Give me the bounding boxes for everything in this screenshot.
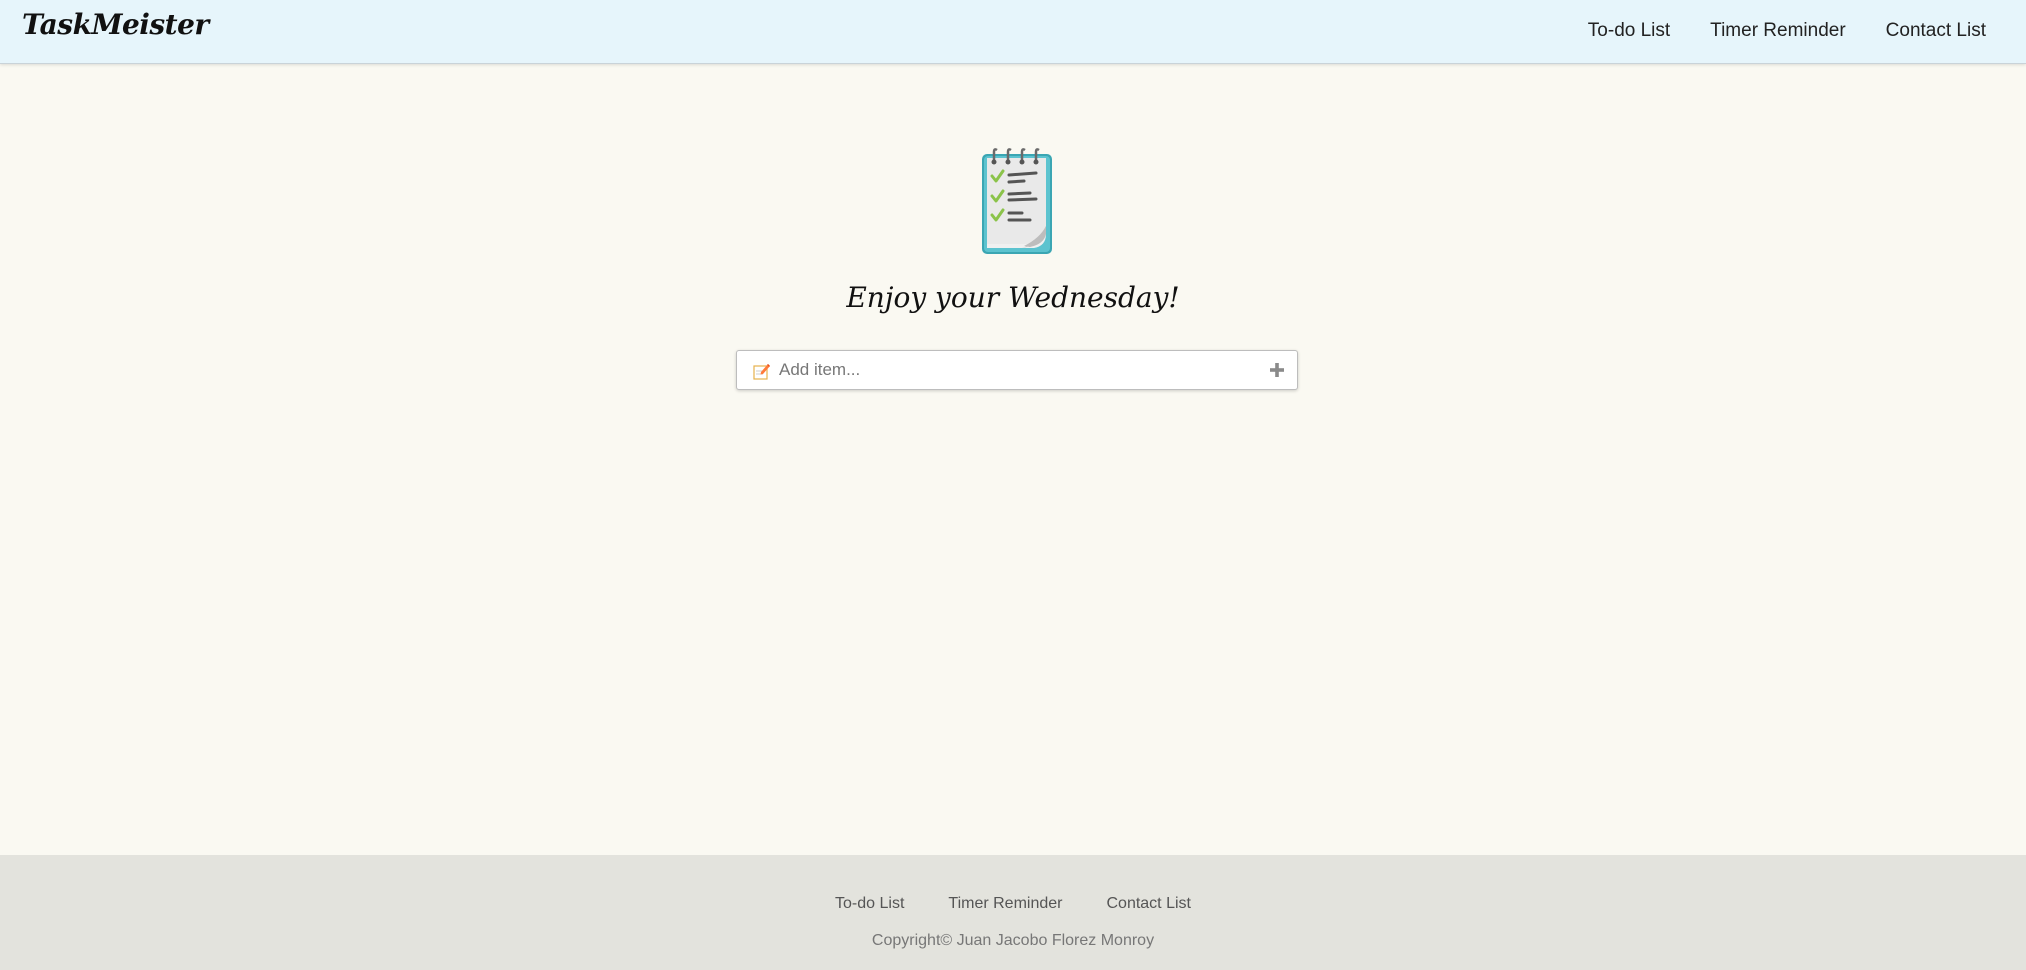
add-item-input[interactable]: [779, 351, 1249, 389]
footer: To-do List Timer Reminder Contact List C…: [0, 855, 2026, 970]
main-content: Enjoy your Wednesday!: [0, 64, 2026, 855]
add-item-plus-icon[interactable]: [1267, 360, 1287, 380]
footer-link-contact-list[interactable]: Contact List: [1106, 895, 1190, 913]
add-item-form: [736, 350, 1298, 390]
nav-item-todo-list[interactable]: To-do List: [1588, 20, 1670, 42]
copyright-text: Copyright© Juan Jacobo Florez Monroy: [871, 932, 1155, 949]
footer-link-todo-list[interactable]: To-do List: [835, 895, 904, 913]
brand-logo[interactable]: TaskMeister: [22, 8, 209, 41]
notepad-checklist-icon: [982, 148, 1052, 254]
greeting-heading: Enjoy your Wednesday!: [846, 281, 1180, 314]
nav-item-contact-list[interactable]: Contact List: [1886, 20, 1986, 42]
footer-links: To-do List Timer Reminder Contact List: [0, 895, 2026, 913]
navbar: TaskMeister To-do List Timer Reminder Co…: [0, 0, 2026, 64]
nav-links: To-do List Timer Reminder Contact List: [1588, 0, 1986, 62]
memo-icon: [753, 364, 770, 380]
footer-link-timer-reminder[interactable]: Timer Reminder: [948, 895, 1062, 913]
nav-item-timer-reminder[interactable]: Timer Reminder: [1710, 20, 1846, 42]
